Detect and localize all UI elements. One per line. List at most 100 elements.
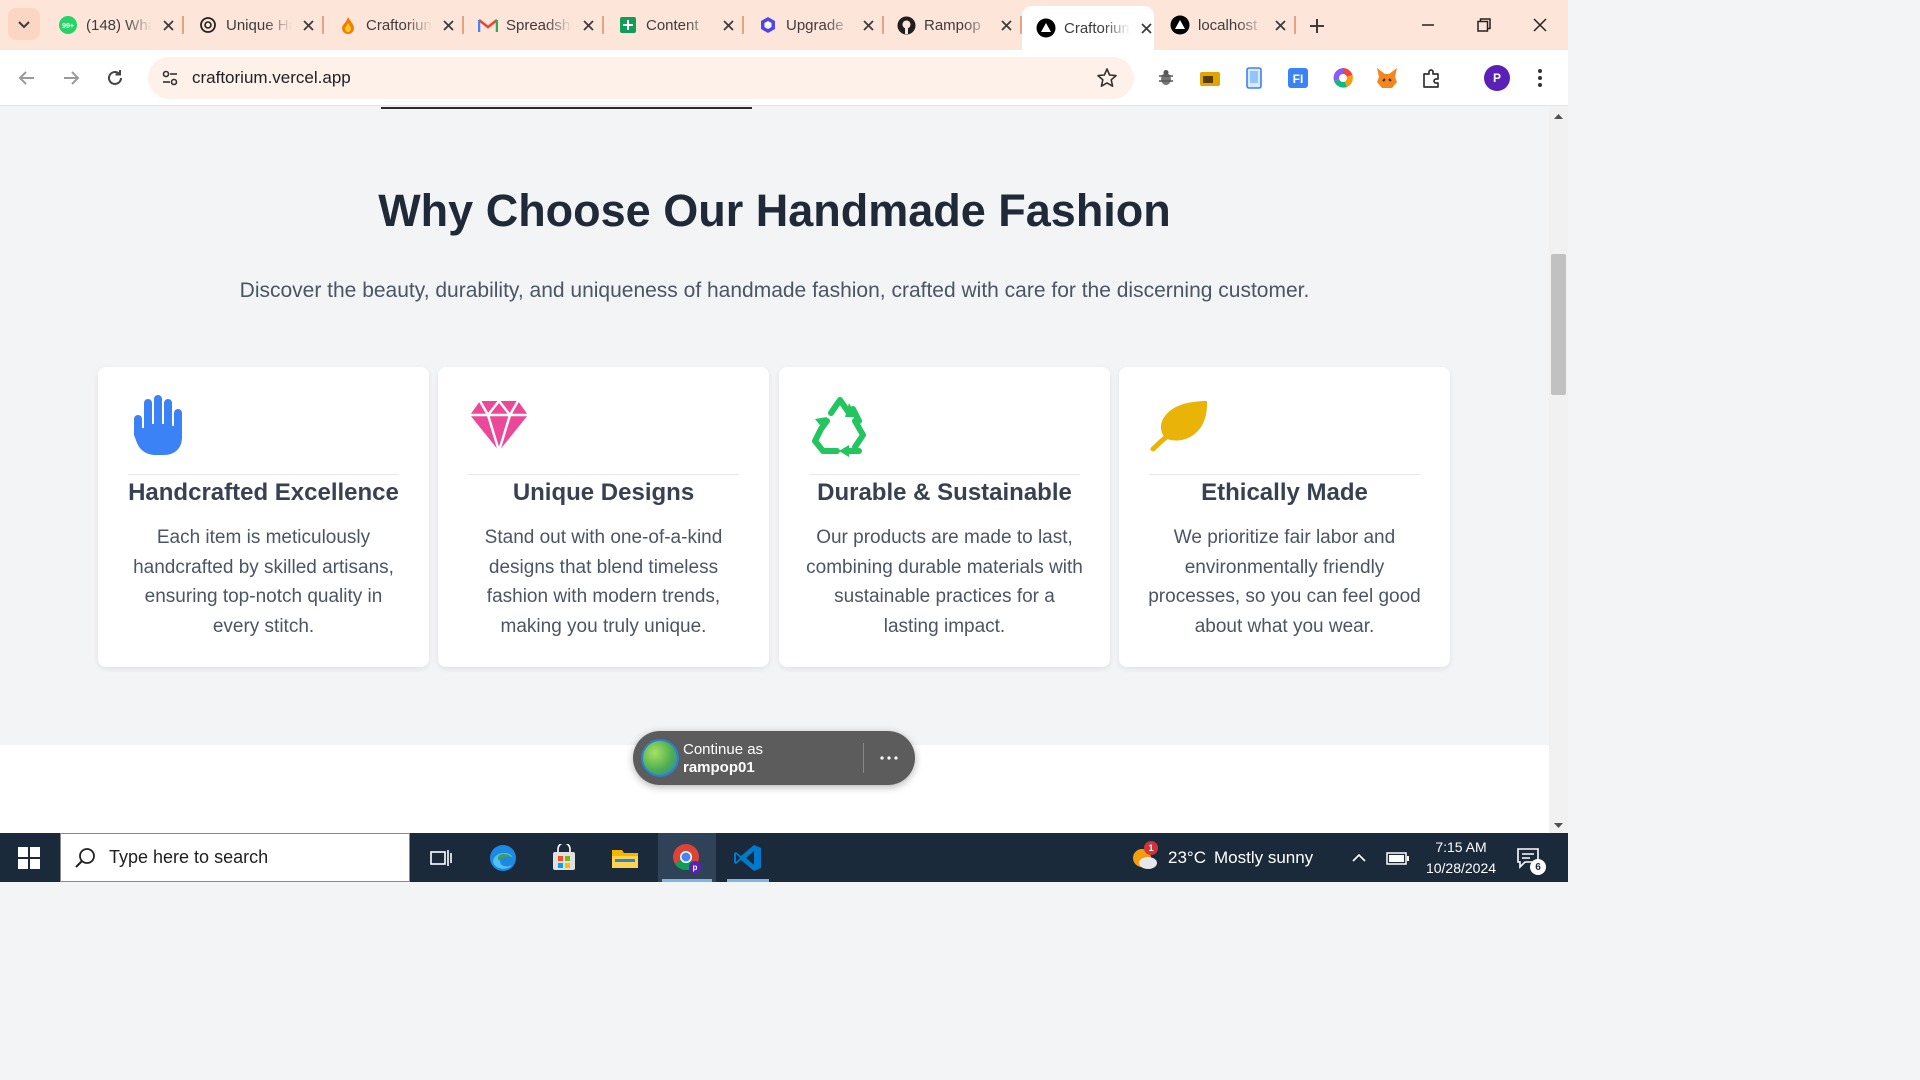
tab-search-button[interactable] <box>8 8 40 40</box>
leaf-icon <box>1150 401 1207 452</box>
windows-logo-icon <box>18 846 40 869</box>
weather-widget[interactable]: 1 23°C Mostly sunny <box>1130 833 1313 882</box>
arrow-right-icon <box>64 71 80 85</box>
site-info-icon[interactable] <box>150 58 190 98</box>
google-sheets-icon <box>618 15 638 35</box>
task-view-icon <box>430 849 452 866</box>
minimize-icon <box>1422 24 1434 26</box>
scroll-down-arrow-icon[interactable] <box>1553 822 1564 830</box>
tab-title: localhost <box>1198 16 1258 34</box>
close-tab-icon[interactable] <box>860 17 876 33</box>
reload-button[interactable] <box>99 62 131 94</box>
metamask-fox-icon[interactable] <box>1374 65 1400 91</box>
close-tab-icon[interactable] <box>1138 20 1154 36</box>
arrow-left-icon <box>18 71 34 85</box>
fi-extension-icon[interactable]: FI <box>1285 65 1311 91</box>
close-window-button[interactable] <box>1525 10 1555 40</box>
svg-text:99+: 99+ <box>62 23 74 30</box>
close-tab-icon[interactable] <box>998 17 1014 33</box>
forward-button[interactable] <box>55 62 87 94</box>
search-placeholder: Type here to search <box>109 847 269 867</box>
close-tab-icon[interactable] <box>720 17 736 33</box>
scrollbar-thumb[interactable] <box>1551 254 1566 395</box>
hexagon-icon <box>758 15 778 35</box>
prompt-divider <box>863 743 864 773</box>
battery-icon <box>1386 851 1409 865</box>
minimize-button[interactable] <box>1413 10 1443 40</box>
chrome-taskbar-icon[interactable]: p <box>658 833 716 882</box>
store-taskbar-icon[interactable] <box>535 833 593 882</box>
vscode-taskbar-icon[interactable] <box>719 833 777 882</box>
back-button[interactable] <box>11 62 43 94</box>
feature-description: Each item is meticulously handcrafted by… <box>133 527 394 637</box>
weather-temp: 23°C <box>1168 847 1206 867</box>
prompt-more-button[interactable] <box>875 745 903 771</box>
feature-card: Handcrafted Excellence Each item is meti… <box>98 367 429 667</box>
tab-title: Content <box>646 16 699 34</box>
profile-avatar[interactable]: P <box>1484 65 1510 91</box>
tab-unique-handmade[interactable]: Unique Handmade <box>184 8 324 42</box>
notification-count: 6 <box>1530 859 1546 875</box>
restore-button[interactable] <box>1469 10 1499 40</box>
file-explorer-taskbar-icon[interactable] <box>596 833 654 882</box>
tab-title: Craftorium <box>1064 19 1130 37</box>
bookmark-star-icon[interactable] <box>1096 67 1118 89</box>
feature-title: Handcrafted Excellence <box>128 479 399 506</box>
system-clock[interactable]: 7:15 AM 10/28/2024 <box>1418 837 1504 879</box>
close-tab-icon[interactable] <box>440 17 456 33</box>
folder-extension-icon[interactable] <box>1197 65 1223 91</box>
tab-localhost[interactable]: localhost <box>1156 8 1296 42</box>
clock-date: 10/28/2024 <box>1425 860 1497 876</box>
google-one-tap-prompt[interactable]: Continue as rampop01 <box>633 731 915 785</box>
show-hidden-icons-button[interactable] <box>1344 833 1374 882</box>
features-section: Why Choose Our Handmade Fashion Discover… <box>0 107 1549 745</box>
close-icon <box>1533 18 1547 32</box>
partly-sunny-icon: 1 <box>1130 840 1160 873</box>
browser-menu-button[interactable] <box>1528 63 1552 93</box>
notification-center-button[interactable]: 6 <box>1512 841 1546 875</box>
tab-title: Spreadsheet <box>506 16 572 34</box>
url-text[interactable]: craftorium.vercel.app <box>192 68 351 88</box>
tab-upgrade[interactable]: Upgrade <box>744 8 884 42</box>
tab-craftorium-firebase[interactable]: Craftorium <box>324 8 464 42</box>
battery-network-tray[interactable] <box>1382 833 1414 882</box>
scroll-up-arrow-icon[interactable] <box>1553 112 1564 120</box>
bug-extension-icon[interactable] <box>1153 65 1179 91</box>
tab-title: Craftorium <box>366 16 432 34</box>
tab-craftorium-active[interactable]: Craftorium <box>1022 6 1154 50</box>
whatsapp-icon: 99+ <box>58 15 78 35</box>
feature-title: Unique Designs <box>512 479 695 506</box>
extensions-puzzle-icon[interactable] <box>1419 65 1445 91</box>
tab-content-sheets[interactable]: Content <box>604 8 744 42</box>
edge-taskbar-icon[interactable] <box>474 833 532 882</box>
tab-title: Upgrade <box>786 16 844 34</box>
close-tab-icon[interactable] <box>300 17 316 33</box>
feature-description: Our products are made to last, combining… <box>806 527 1083 637</box>
phone-extension-icon[interactable] <box>1241 65 1267 91</box>
gmail-icon <box>478 15 498 35</box>
tab-whatsapp[interactable]: 99+ (148) WhatsApp <box>44 8 184 42</box>
github-icon <box>896 15 916 35</box>
feature-description: Stand out with one-of-a-kind designs tha… <box>484 527 723 637</box>
address-bar[interactable]: craftorium.vercel.app <box>148 57 1134 99</box>
start-button[interactable] <box>0 833 58 882</box>
tab-title: Unique Handmade <box>226 16 292 34</box>
close-tab-icon[interactable] <box>1272 17 1288 33</box>
card-divider <box>128 474 399 475</box>
color-wheel-extension-icon[interactable] <box>1330 65 1356 91</box>
tab-gmail[interactable]: Spreadsheet <box>464 8 604 42</box>
continue-as-label: Continue as <box>683 741 764 758</box>
tab-github[interactable]: Rampop <box>882 8 1022 42</box>
more-horiz-icon <box>880 756 898 760</box>
page-scrollbar[interactable] <box>1549 107 1568 833</box>
task-view-button[interactable] <box>412 833 470 882</box>
vercel-icon <box>1170 15 1190 35</box>
close-tab-icon[interactable] <box>580 17 596 33</box>
section-headline: Why Choose Our Handmade Fashion <box>378 185 1171 236</box>
new-tab-button[interactable] <box>1303 12 1331 40</box>
browser-toolbar: craftorium.vercel.app FI <box>0 50 1568 106</box>
recycle-icon <box>812 397 866 457</box>
tab-strip: 99+ (148) WhatsApp Unique Handmade Craft… <box>0 0 1568 50</box>
close-tab-icon[interactable] <box>160 17 176 33</box>
taskbar-search[interactable]: Type here to search <box>60 833 410 882</box>
